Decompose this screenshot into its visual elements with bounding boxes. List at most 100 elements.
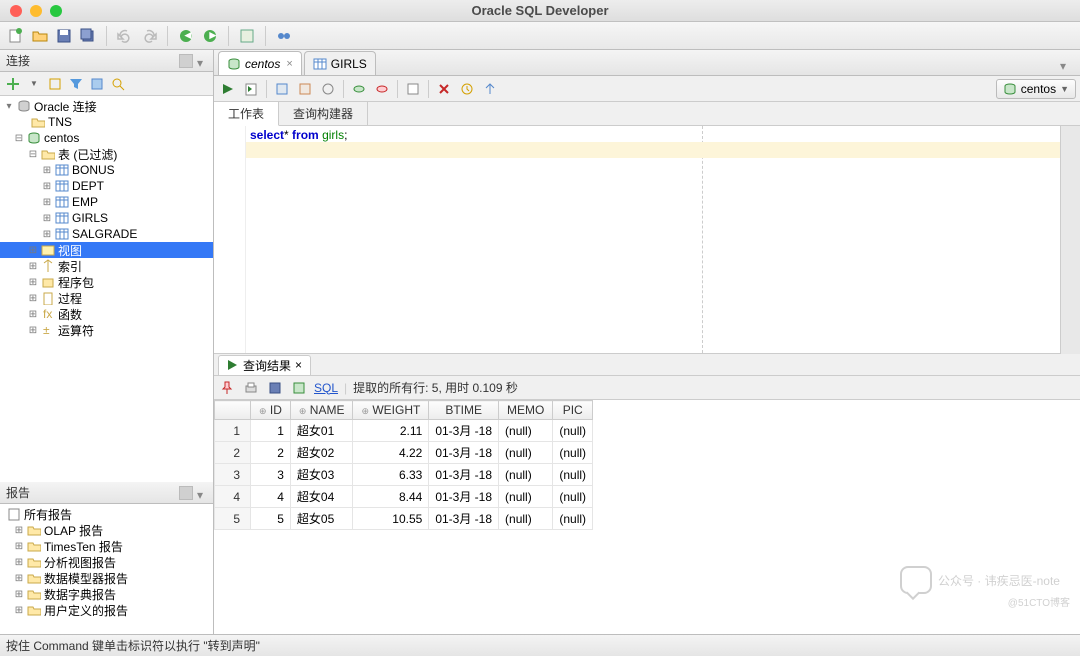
worksheet-subtabs: 工作表 查询构建器 bbox=[214, 102, 1080, 126]
results-tab-query[interactable]: 查询结果 × bbox=[218, 355, 311, 375]
search-icon[interactable] bbox=[109, 75, 127, 93]
back-icon[interactable]: ◄ bbox=[176, 26, 196, 46]
window-close-button[interactable] bbox=[10, 5, 22, 17]
panel-close-icon[interactable]: ▾ bbox=[197, 56, 207, 66]
connections-toolbar: ▼ bbox=[0, 72, 213, 96]
tab-close-icon[interactable]: × bbox=[295, 358, 302, 372]
tree-node-tns[interactable]: TNS bbox=[0, 114, 213, 130]
collapsed-right-panel[interactable] bbox=[1060, 126, 1080, 354]
dba-icon[interactable] bbox=[274, 26, 294, 46]
tree-node-centos[interactable]: ⊟centos bbox=[0, 130, 213, 146]
tree-node-bonus[interactable]: ⊞BONUS bbox=[0, 162, 213, 178]
tree-node-girls[interactable]: ⊞GIRLS bbox=[0, 210, 213, 226]
tree-node-views[interactable]: ⊞视图 bbox=[0, 242, 213, 258]
tree-root-reports[interactable]: 所有报告 bbox=[0, 506, 213, 522]
tree-node-functions[interactable]: ⊞fx函数 bbox=[0, 306, 213, 322]
tree-item-dictionary[interactable]: ⊞数据字典报告 bbox=[0, 586, 213, 602]
tree-root-oracle[interactable]: ▾Oracle 连接 bbox=[0, 98, 213, 114]
explain-plan-icon[interactable] bbox=[272, 79, 292, 99]
results-grid[interactable]: ⊕ ID⊕ NAME⊕ WEIGHTBTIMEMEMOPIC11超女012.11… bbox=[214, 400, 593, 530]
subtab-worksheet[interactable]: 工作表 bbox=[214, 102, 279, 126]
rollback-icon[interactable] bbox=[372, 79, 392, 99]
window-zoom-button[interactable] bbox=[50, 5, 62, 17]
svg-text:►: ► bbox=[207, 28, 218, 42]
export-icon[interactable] bbox=[290, 379, 308, 397]
connections-panel-title: 连接 bbox=[6, 52, 175, 69]
tree-item-userdefined[interactable]: ⊞用户定义的报告 bbox=[0, 602, 213, 618]
tree-item-analysis[interactable]: ⊞分析视图报告 bbox=[0, 554, 213, 570]
table-row[interactable]: 22超女024.2201-3月 -18(null)(null) bbox=[215, 442, 593, 464]
tab-label: GIRLS bbox=[331, 57, 367, 71]
tree-node-dept[interactable]: ⊞DEPT bbox=[0, 178, 213, 194]
commit-icon[interactable] bbox=[349, 79, 369, 99]
svg-text:◄: ◄ bbox=[182, 28, 194, 42]
tree-node-indexes[interactable]: ⊞索引 bbox=[0, 258, 213, 274]
connection-selector[interactable]: centos ▼ bbox=[996, 79, 1076, 99]
refresh-icon[interactable] bbox=[46, 75, 64, 93]
editor-code[interactable]: select* from girls; bbox=[246, 126, 1060, 353]
filter-icon[interactable] bbox=[67, 75, 85, 93]
table-row[interactable]: 55超女0510.5501-3月 -18(null)(null) bbox=[215, 508, 593, 530]
fwd-icon[interactable]: ► bbox=[200, 26, 220, 46]
run-icon[interactable] bbox=[218, 79, 238, 99]
add-connection-icon[interactable] bbox=[4, 75, 22, 93]
panel-minimize-icon[interactable] bbox=[179, 486, 193, 500]
navigate-icon[interactable] bbox=[480, 79, 500, 99]
worksheet-toolbar: centos ▼ bbox=[214, 76, 1080, 102]
reports-panel-title: 报告 bbox=[6, 484, 175, 501]
tabs-menu-icon[interactable]: ▾ bbox=[1060, 59, 1076, 75]
tab-centos[interactable]: centos × bbox=[218, 51, 302, 75]
print-icon[interactable] bbox=[242, 379, 260, 397]
svg-text:±: ± bbox=[43, 323, 50, 337]
history-icon[interactable] bbox=[457, 79, 477, 99]
results-panel: 查询结果 × SQL | 提取的所有行: 5, 用时 0.109 秒 ⊕ ID⊕… bbox=[214, 354, 1080, 634]
main-toolbar: ◄ ► bbox=[0, 22, 1080, 50]
window-min-button[interactable] bbox=[30, 5, 42, 17]
tree-node-salgrade[interactable]: ⊞SALGRADE bbox=[0, 226, 213, 242]
autotrace-icon[interactable] bbox=[295, 79, 315, 99]
status-text: 按住 Command 键单击标识符以执行 "转到声明" bbox=[6, 637, 260, 654]
sql-tuning-icon[interactable] bbox=[318, 79, 338, 99]
subtab-querybuilder[interactable]: 查询构建器 bbox=[279, 102, 368, 125]
unshare-icon[interactable] bbox=[403, 79, 423, 99]
tree-node-packages[interactable]: ⊞程序包 bbox=[0, 274, 213, 290]
tree-node-procedures[interactable]: ⊞过程 bbox=[0, 290, 213, 306]
run-script-icon[interactable] bbox=[241, 79, 261, 99]
table-row[interactable]: 11超女012.1101-3月 -18(null)(null) bbox=[215, 420, 593, 442]
tree-node-tables[interactable]: ⊟表 (已过滤) bbox=[0, 146, 213, 162]
panel-minimize-icon[interactable] bbox=[179, 54, 193, 68]
schema-icon[interactable] bbox=[88, 75, 106, 93]
panel-close-icon[interactable]: ▾ bbox=[197, 488, 207, 498]
saveall-icon[interactable] bbox=[78, 26, 98, 46]
table-row[interactable]: 33超女036.3301-3月 -18(null)(null) bbox=[215, 464, 593, 486]
connections-panel-header: 连接 ▾ bbox=[0, 50, 213, 72]
pin-icon[interactable] bbox=[218, 379, 236, 397]
tree-item-olap[interactable]: ⊞OLAP 报告 bbox=[0, 522, 213, 538]
svg-text:fx: fx bbox=[43, 307, 52, 321]
save-icon[interactable] bbox=[54, 26, 74, 46]
tree-item-modeler[interactable]: ⊞数据模型器报告 bbox=[0, 570, 213, 586]
sql-editor[interactable]: select* from girls; bbox=[214, 126, 1060, 354]
redo-icon[interactable] bbox=[139, 26, 159, 46]
save-icon[interactable] bbox=[266, 379, 284, 397]
open-icon[interactable] bbox=[30, 26, 50, 46]
editor-gutter bbox=[214, 126, 246, 353]
tab-close-icon[interactable]: × bbox=[286, 58, 292, 70]
window-title: Oracle SQL Developer bbox=[471, 3, 608, 18]
run-icon bbox=[227, 359, 239, 371]
reports-panel-header: 报告 ▾ bbox=[0, 482, 213, 504]
table-row[interactable]: 44超女048.4401-3月 -18(null)(null) bbox=[215, 486, 593, 508]
tree-node-emp[interactable]: ⊞EMP bbox=[0, 194, 213, 210]
editor-tabs: centos × GIRLS ▾ bbox=[214, 50, 1080, 76]
clear-icon[interactable] bbox=[434, 79, 454, 99]
sql-worksheet-icon[interactable] bbox=[237, 26, 257, 46]
tab-girls[interactable]: GIRLS bbox=[304, 51, 376, 75]
undo-icon[interactable] bbox=[115, 26, 135, 46]
db-icon bbox=[227, 57, 241, 71]
tree-item-timesten[interactable]: ⊞TimesTen 报告 bbox=[0, 538, 213, 554]
results-tabs-row: 查询结果 × bbox=[214, 354, 1080, 376]
fetch-status: 提取的所有行: 5, 用时 0.109 秒 bbox=[353, 379, 518, 396]
tree-node-operators[interactable]: ⊞±运算符 bbox=[0, 322, 213, 338]
new-icon[interactable] bbox=[6, 26, 26, 46]
sql-link[interactable]: SQL bbox=[314, 381, 338, 395]
